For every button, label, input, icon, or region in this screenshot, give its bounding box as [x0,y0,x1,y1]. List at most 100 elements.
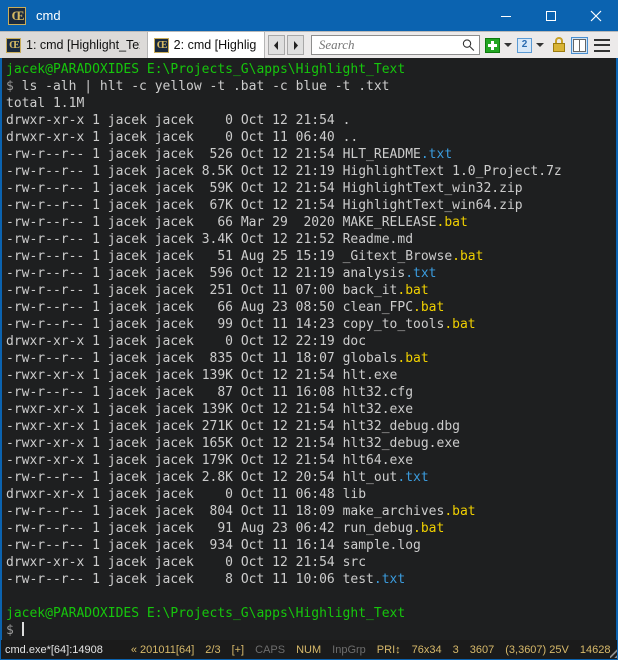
prompt-line: jacek@PARADOXIDES E:\Projects_G\apps\Hig… [6,61,616,78]
input-line[interactable]: $ [6,622,616,639]
file-perms: -rw-r--r-- [6,181,85,196]
resize-grip[interactable] [610,641,617,658]
tab-label: 1: cmd [Highlight_Text] [26,38,140,52]
file-size: 179K [201,453,233,468]
file-row: -rw-r--r-- 1 jacek jacek 835 Oct 11 18:0… [6,351,429,366]
file-size: 835 [201,351,234,366]
file-name: analysis [342,266,406,281]
file-name: hlt32.exe [342,402,414,417]
file-size: 596 [201,266,234,281]
file-perms: -rw-r--r-- [6,300,85,315]
tab-bar: Œ 1: cmd [Highlight_Text] Œ 2: cmd [High… [0,31,618,58]
status-handle: 14628 [579,643,611,656]
file-name: hlt_out [342,470,398,485]
file-name: hlt32_debug.dbg [342,419,460,434]
file-size: 0 [201,334,233,349]
chevron-down-icon[interactable] [503,43,512,47]
conemu-window: Œ cmd Œ 1: cmd [Highlight_Text] Œ 2: cmd… [0,0,618,660]
maximize-button[interactable] [528,0,573,31]
file-name: sample.log [342,538,421,553]
file-size: 3.4K [201,232,233,247]
file-row: -rw-r--r-- 1 jacek jacek 2.8K Oct 12 20:… [6,470,429,485]
file-perms: -rw-r--r-- [6,521,85,536]
file-size: 87 [201,385,233,400]
file-name: MAKE_RELEASE [342,215,437,230]
status-size: 76x34 [411,643,442,656]
file-extension: .txt [405,266,437,281]
status-server: « 201011[64] [130,643,195,656]
prompt-path: E:\Projects_G\apps\Highlight_Text [146,606,406,621]
prompt-symbol: $ [6,623,14,638]
status-tab-index: 2/3 [205,643,221,656]
file-row: -rw-r--r-- 1 jacek jacek 66 Mar 29 2020 … [6,215,468,230]
conemu-logo-icon: Œ [153,37,169,53]
file-row: -rw-r--r-- 1 jacek jacek 8 Oct 11 10:06 … [6,572,406,587]
file-size: 804 [201,504,234,519]
status-caps: CAPS [255,643,286,656]
lock-button[interactable] [549,37,569,53]
file-name: back_it [342,283,398,298]
file-name: HighlightText 1.0_Project.7z [342,164,562,179]
tab-console-2[interactable]: Œ 2: cmd [Highlight [147,32,265,58]
status-plus-flag: [+] [231,643,245,656]
status-inpgrp: InpGrp [332,643,366,656]
file-name: lib [342,487,367,502]
file-perms: -rw-r--r-- [6,470,85,485]
file-extension: .bat [413,521,445,536]
file-perms: -rwxr-xr-x [6,436,85,451]
status-process: cmd.exe*[64]:14908 [5,643,103,656]
file-size: 934 [201,538,234,553]
search-input[interactable] [318,37,463,53]
status-buffer: 3607 [469,643,495,656]
file-name: _Gitext_Browse [342,249,453,264]
command-line: $ ls -alh | hlt -c yellow -t .bat -c blu… [6,78,616,95]
pane-split-button[interactable] [570,36,588,54]
total-line: total 1.1M [6,96,85,111]
file-row: -rw-r--r-- 1 jacek jacek 66 Aug 23 08:50… [6,300,445,315]
file-row: drwxr-xr-x 1 jacek jacek 0 Oct 12 22:19 … [6,334,367,349]
file-perms: -rw-r--r-- [6,147,85,162]
file-name: make_archives [342,504,445,519]
chevron-down-icon[interactable] [535,43,544,47]
file-row: -rw-r--r-- 1 jacek jacek 526 Oct 12 21:5… [6,147,453,162]
terminal-output[interactable]: jacek@PARADOXIDES E:\Projects_G\apps\Hig… [0,58,618,640]
file-size: 0 [201,555,233,570]
file-size: 271K [201,419,233,434]
tab-console-1[interactable]: Œ 1: cmd [Highlight_Text] [0,32,148,58]
file-row: -rwxr-xr-x 1 jacek jacek 179K Oct 12 21:… [6,453,414,468]
prompt-line: jacek@PARADOXIDES E:\Projects_G\apps\Hig… [6,605,616,622]
tab-scroll-left-icon[interactable] [267,35,285,55]
file-size: 526 [201,147,234,162]
file-row: -rw-r--r-- 1 jacek jacek 51 Aug 25 15:19… [6,249,484,264]
menu-button[interactable] [590,38,613,52]
file-size: 165K [201,436,233,451]
file-perms: -rw-r--r-- [6,317,85,332]
prompt-symbol: $ [6,79,14,94]
file-perms: -rw-r--r-- [6,504,85,519]
file-perms: drwxr-xr-x [6,113,85,128]
file-row: -rwxr-xr-x 1 jacek jacek 139K Oct 12 21:… [6,368,398,383]
file-size: 0 [201,487,233,502]
file-row: drwxr-xr-x 1 jacek jacek 0 Oct 12 21:54 … [6,113,351,128]
search-box[interactable] [310,35,480,55]
active-console-button[interactable]: 2 [516,37,532,53]
tab-scroll-right-icon[interactable] [286,35,304,55]
file-name: .. [342,130,359,145]
file-row: -rw-r--r-- 1 jacek jacek 804 Oct 11 18:0… [6,504,476,519]
file-size: 66 [201,215,233,230]
status-bar: cmd.exe*[64]:14908 « 201011[64] 2/3 [+] … [0,640,618,660]
file-name: HighlightText_win64.zip [342,198,523,213]
tab-label: 2: cmd [Highlight [173,38,257,52]
file-row: drwxr-xr-x 1 jacek jacek 0 Oct 11 06:40 … [6,130,359,145]
status-num: NUM [296,643,322,656]
close-button[interactable] [573,0,618,31]
file-perms: -rwxr-xr-x [6,419,85,434]
file-size: 8.5K [201,164,233,179]
file-perms: -rw-r--r-- [6,538,85,553]
new-console-button[interactable] [484,37,500,53]
file-name: hlt32.cfg [342,385,414,400]
file-size: 139K [201,402,233,417]
file-name: hlt32_debug.exe [342,436,460,451]
minimize-button[interactable] [483,0,528,31]
file-perms: -rw-r--r-- [6,198,85,213]
